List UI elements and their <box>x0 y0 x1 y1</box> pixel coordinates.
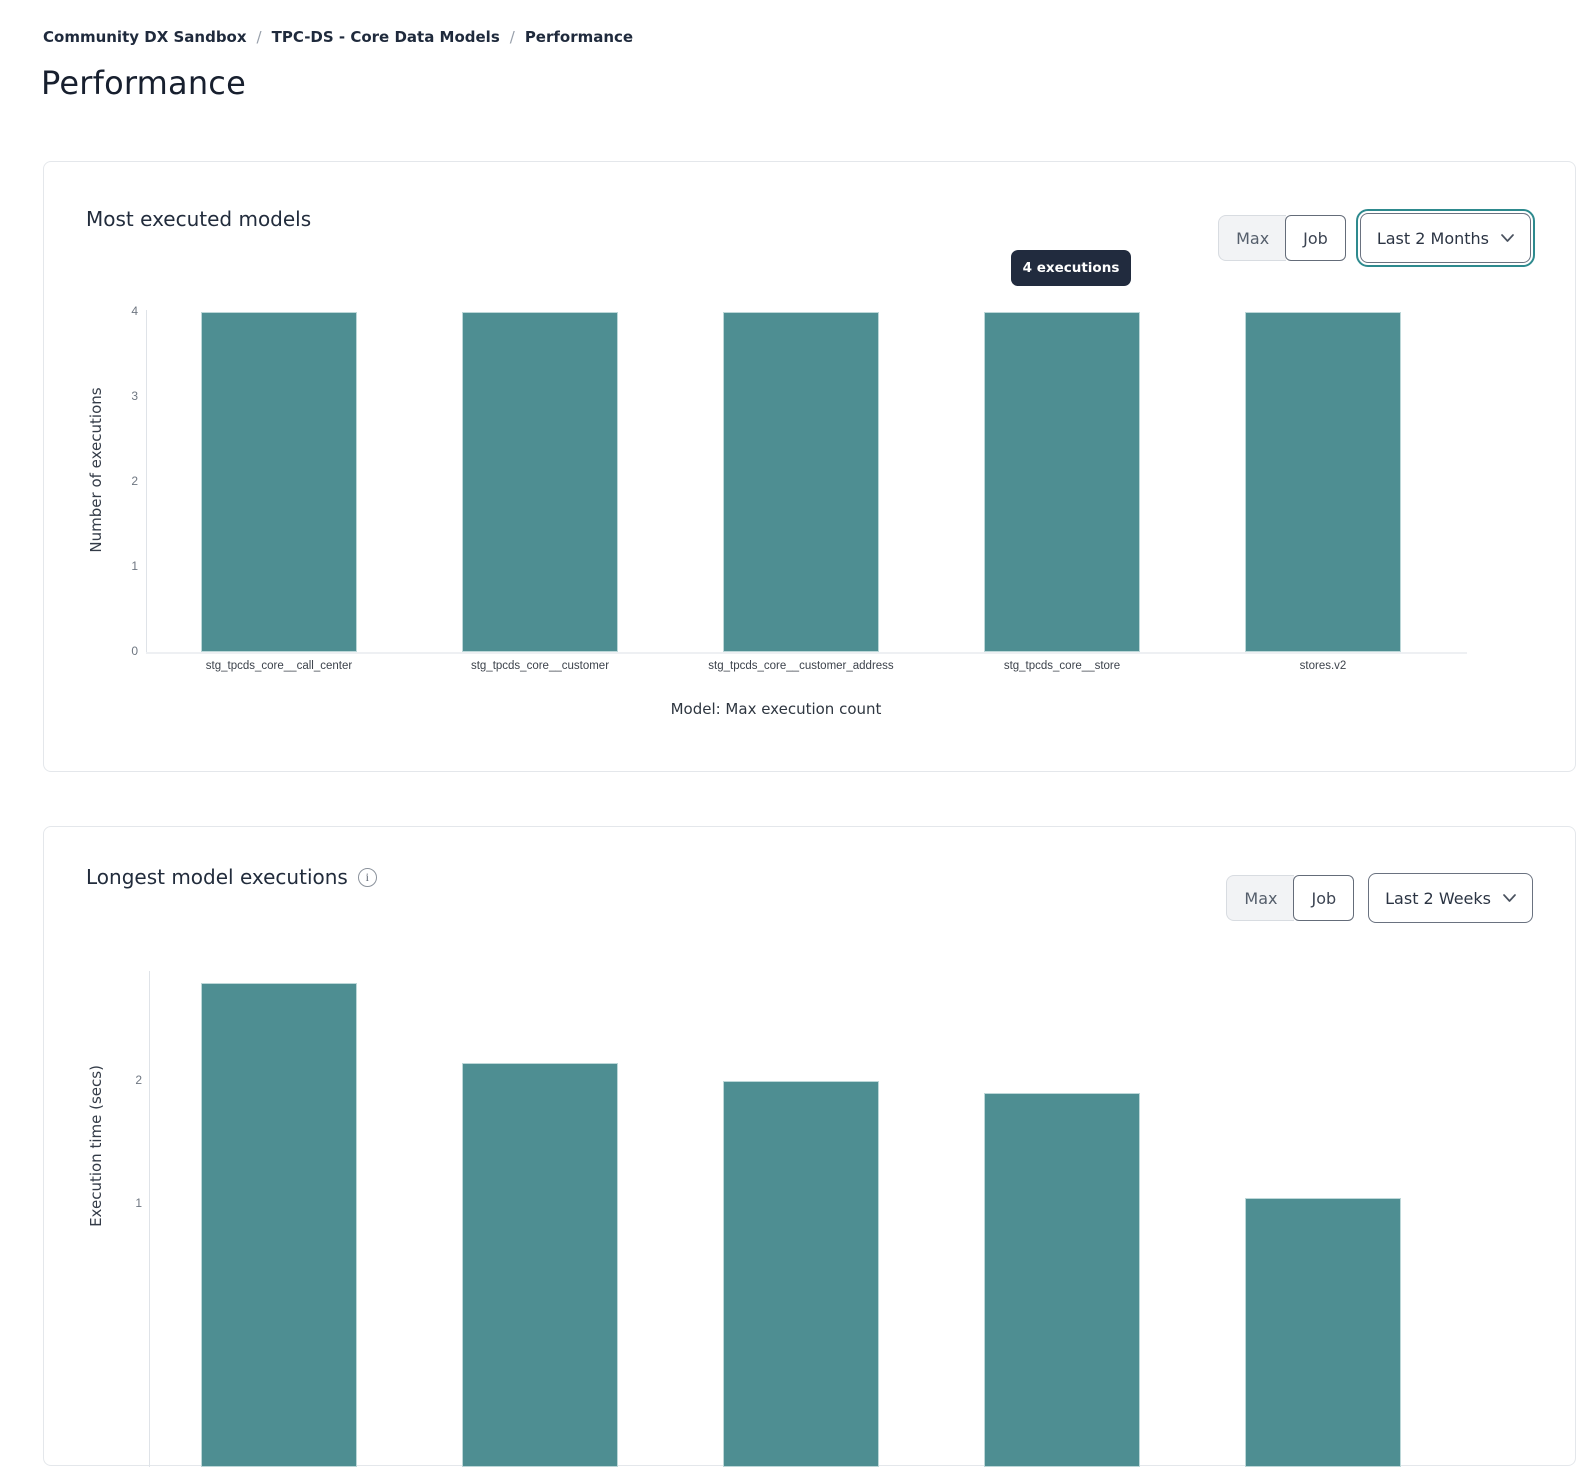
bar-model-5[interactable] <box>1245 1198 1401 1467</box>
bar-model-4[interactable] <box>984 1093 1140 1467</box>
breadcrumb-item-environment[interactable]: TPC-DS - Core Data Models <box>272 28 500 46</box>
bar-stg_tpcds_core__customer[interactable] <box>462 312 618 652</box>
x-tick-label: stg_tpcds_core__store <box>912 660 1212 672</box>
x-axis-title: Model: Max execution count <box>146 700 1406 718</box>
longest-model-executions-chart: Execution time (secs) 1 2 <box>44 827 1575 1465</box>
y-tick-label: 4 <box>104 304 138 318</box>
y-tick-label: 0 <box>104 644 138 658</box>
breadcrumb-item-project[interactable]: Community DX Sandbox <box>43 28 247 46</box>
most-executed-models-card: Most executed models Max Job Last 2 Mont… <box>43 161 1576 772</box>
x-axis-line <box>146 652 1467 654</box>
breadcrumb: Community DX Sandbox / TPC-DS - Core Dat… <box>43 28 633 46</box>
breadcrumb-item-current: Performance <box>525 28 633 46</box>
bar-model-3[interactable] <box>723 1081 879 1467</box>
x-tick-label: stg_tpcds_core__customer <box>390 660 690 672</box>
y-axis-label: Execution time (secs) <box>87 1065 105 1227</box>
x-tick-label: stores.v2 <box>1173 660 1473 672</box>
bar-stores.v2[interactable] <box>1245 312 1401 652</box>
most-executed-models-chart: Number of executions Model: Max executio… <box>44 162 1575 771</box>
y-axis-line <box>146 310 147 652</box>
breadcrumb-separator: / <box>257 28 262 46</box>
bar-model-2[interactable] <box>462 1063 618 1467</box>
breadcrumb-separator: / <box>510 28 515 46</box>
bar-stg_tpcds_core__call_center[interactable] <box>201 312 357 652</box>
y-axis-label: Number of executions <box>87 387 105 552</box>
longest-model-executions-card: Longest model executions i Max Job Last … <box>43 826 1576 1466</box>
y-tick-label: 3 <box>104 389 138 403</box>
y-axis-line <box>149 971 150 1467</box>
bar-stg_tpcds_core__store[interactable] <box>984 312 1140 652</box>
bar-stg_tpcds_core__customer_address[interactable] <box>723 312 879 652</box>
y-tick-label: 2 <box>108 1073 142 1087</box>
y-tick-label: 2 <box>104 474 138 488</box>
x-tick-label: stg_tpcds_core__call_center <box>129 660 429 672</box>
y-tick-label: 1 <box>104 559 138 573</box>
page-title: Performance <box>41 64 246 102</box>
x-tick-label: stg_tpcds_core__customer_address <box>651 660 951 672</box>
bar-model-1[interactable] <box>201 983 357 1467</box>
y-tick-label: 1 <box>108 1196 142 1210</box>
